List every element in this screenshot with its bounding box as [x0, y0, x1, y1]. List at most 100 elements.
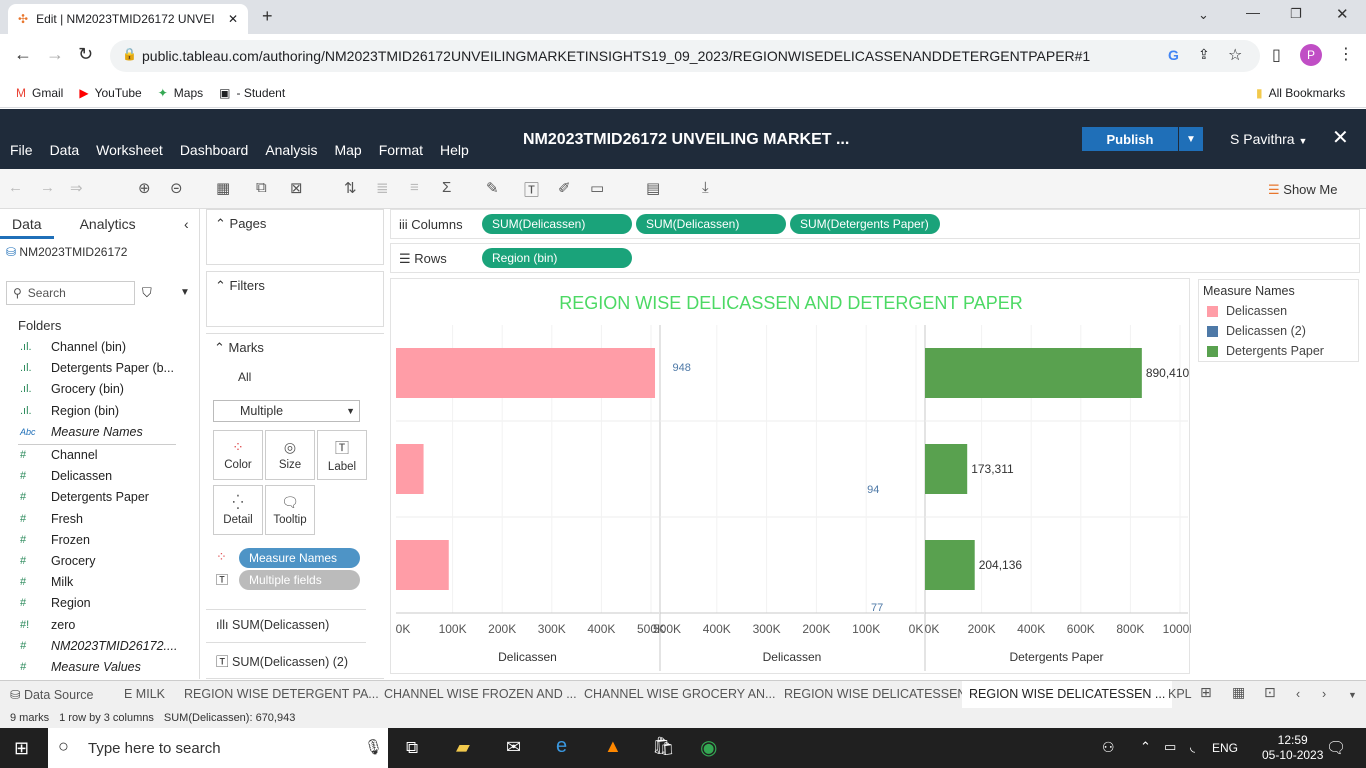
highlight-icon[interactable]: ✎	[486, 179, 499, 197]
new-story-icon[interactable]: ⊡	[1264, 684, 1276, 701]
taskbar-search-input[interactable]: ○ Type here to search 🎙	[48, 728, 388, 768]
sheet-tab-active[interactable]: REGION WISE DELICATESSEN ...	[962, 681, 1173, 709]
window-close-icon[interactable]: ✕	[1336, 5, 1349, 23]
download-icon[interactable]: ⤓	[702, 179, 709, 196]
field-item[interactable]: # Delicassen	[20, 469, 112, 483]
show-labels-icon[interactable]: 🅃	[524, 179, 539, 200]
size-button[interactable]: ◎ Size	[265, 430, 315, 480]
system-clock[interactable]: 12:59 05-10-2023	[1262, 733, 1323, 763]
measure-names-pill[interactable]: Measure Names	[239, 548, 360, 568]
forward-icon[interactable]: →	[46, 44, 64, 65]
collapse-icon[interactable]: ⌃	[214, 340, 225, 355]
row-pill-region-bin[interactable]: Region (bin)	[482, 248, 632, 268]
field-search-input[interactable]: ⚲ Search	[6, 281, 135, 305]
task-view-icon[interactable]: ⧉	[406, 738, 418, 758]
people-icon[interactable]: ⚇	[1102, 739, 1115, 756]
tabs-menu-icon[interactable]: ▼	[1348, 690, 1357, 700]
publish-button[interactable]: Publish	[1082, 127, 1178, 151]
label-button[interactable]: 🅃 Label	[317, 430, 367, 480]
bookmark-student[interactable]: ▣ - Student	[219, 86, 285, 100]
edge-icon[interactable]: e	[556, 735, 567, 758]
sheet-tab[interactable]: CHANNEL WISE GROCERY AN...	[584, 687, 775, 701]
restore-icon[interactable]: ❐	[1290, 6, 1302, 22]
field-item[interactable]: .ıl. Grocery (bin)	[20, 382, 124, 396]
side-panel-icon[interactable]: ▯	[1272, 45, 1281, 65]
legend-item-detergents-paper[interactable]: Detergents Paper	[1207, 344, 1324, 358]
share-icon[interactable]: ⇪	[1198, 46, 1210, 63]
sheet-tab[interactable]: CHANNEL WISE FROZEN AND ...	[384, 687, 577, 701]
tab-search-icon[interactable]: ⌄	[1198, 7, 1209, 23]
collapse-pane-icon[interactable]: ‹	[184, 216, 189, 232]
pause-updates-icon[interactable]: ⊝	[170, 179, 183, 197]
bookmark-maps[interactable]: ✦ Maps	[158, 86, 203, 100]
present-icon[interactable]: ▤	[646, 179, 660, 197]
field-item[interactable]: # Detergents Paper	[20, 490, 149, 504]
google-icon[interactable]: G	[1168, 47, 1179, 63]
bookmark-youtube[interactable]: ▶ YouTube	[79, 86, 141, 100]
legend-item-delicassen[interactable]: Delicassen	[1207, 304, 1287, 318]
menu-data[interactable]: Data	[50, 142, 80, 158]
field-item[interactable]: .ıl. Region (bin)	[20, 404, 119, 418]
marks-section-delicassen[interactable]: ıllı SUM(Delicassen)	[206, 609, 366, 639]
color-button[interactable]: ⁘ Color	[213, 430, 263, 480]
sheet-tab[interactable]: KPL	[1168, 687, 1192, 701]
filters-card[interactable]: ⌃ Filters	[206, 271, 384, 327]
redo-icon[interactable]: →	[40, 179, 55, 196]
bookmark-gmail[interactable]: M Gmail	[16, 86, 63, 100]
tooltip-button[interactable]: 🗨 Tooltip	[265, 485, 315, 535]
column-pill-detergents-paper[interactable]: SUM(Detergents Paper)	[790, 214, 940, 234]
chrome-icon[interactable]: ◉	[700, 735, 717, 760]
battery-icon[interactable]: ▭	[1164, 739, 1176, 755]
field-item[interactable]: # Channel	[20, 448, 98, 462]
datasource-name[interactable]: ⛁ NM2023TMID26172	[6, 245, 127, 259]
field-item[interactable]: # NM2023TMID26172....	[20, 639, 177, 653]
mail-icon[interactable]: ✉	[506, 737, 521, 758]
new-worksheet-icon[interactable]: ▦	[216, 179, 230, 197]
minimize-icon[interactable]: —	[1246, 4, 1260, 20]
show-me-button[interactable]: ☰ Show Me	[1268, 182, 1337, 198]
duplicate-sheet-icon[interactable]: ⧉	[256, 179, 267, 196]
detail-button[interactable]: ⁛ Detail	[213, 485, 263, 535]
close-tab-icon[interactable]: ✕	[228, 12, 238, 26]
pages-card[interactable]: ⌃ Pages	[206, 209, 384, 265]
field-item[interactable]: # Grocery	[20, 554, 95, 568]
field-item[interactable]: #! zero	[20, 618, 75, 632]
new-datasource-icon[interactable]: ⊕	[138, 179, 151, 197]
columns-shelf[interactable]: iii Columns SUM(Delicassen) SUM(Delicass…	[390, 209, 1360, 239]
menu-help[interactable]: Help	[440, 142, 469, 158]
address-bar[interactable]: 🔒 public.tableau.com/authoring/NM2023TMI…	[110, 40, 1260, 72]
clear-sheet-icon[interactable]: ⊠	[290, 179, 303, 197]
field-item[interactable]: # Measure Values	[20, 660, 141, 674]
notification-icon[interactable]: 🗨	[1326, 738, 1346, 758]
replay-icon[interactable]: ⇒	[70, 179, 83, 197]
new-dashboard-icon[interactable]: ▦	[1232, 684, 1245, 701]
menu-map[interactable]: Map	[334, 142, 361, 158]
filter-fields-icon[interactable]: ⛉	[142, 285, 152, 301]
rows-shelf[interactable]: ☰ Rows Region (bin)	[390, 243, 1360, 273]
scroll-right-icon[interactable]: ›	[1322, 687, 1326, 701]
file-explorer-icon[interactable]: ▰	[456, 737, 470, 758]
swap-icon[interactable]: ⇅	[344, 179, 357, 197]
field-item[interactable]: .ıl. Detergents Paper (b...	[20, 361, 174, 375]
marks-section-delicassen-2[interactable]: 🅃 SUM(Delicassen) (2)	[206, 642, 366, 672]
sort-desc-icon[interactable]: ≡	[410, 179, 419, 196]
wifi-icon[interactable]: ◟	[1190, 739, 1195, 755]
bookmark-star-icon[interactable]: ☆	[1228, 45, 1242, 65]
legend-item-delicassen-2[interactable]: Delicassen (2)	[1207, 324, 1306, 338]
field-item[interactable]: # Region	[20, 596, 91, 610]
scroll-left-icon[interactable]: ‹	[1296, 687, 1300, 701]
browser-menu-icon[interactable]: ⋮	[1338, 44, 1354, 64]
sort-asc-icon[interactable]: ≣	[376, 179, 389, 197]
vlc-icon[interactable]: ▲	[604, 736, 622, 757]
undo-icon[interactable]: ←	[8, 179, 23, 196]
bar-chart[interactable]: REGION WISE DELICASSEN AND DETERGENT PAP…	[391, 279, 1191, 675]
format-workbook-icon[interactable]: ✐	[558, 179, 571, 197]
field-item[interactable]: # Frozen	[20, 533, 90, 547]
close-editor-icon[interactable]: ✕	[1332, 125, 1349, 150]
field-item[interactable]: # Fresh	[20, 512, 83, 526]
multiple-fields-pill[interactable]: Multiple fields	[239, 570, 360, 590]
sheet-tab[interactable]: REGION WISE DETERGENT PA...	[184, 687, 379, 701]
field-item[interactable]: .ıl. Channel (bin)	[20, 340, 126, 354]
field-item[interactable]: # Milk	[20, 575, 73, 589]
store-icon[interactable]: 🛍	[652, 736, 675, 757]
